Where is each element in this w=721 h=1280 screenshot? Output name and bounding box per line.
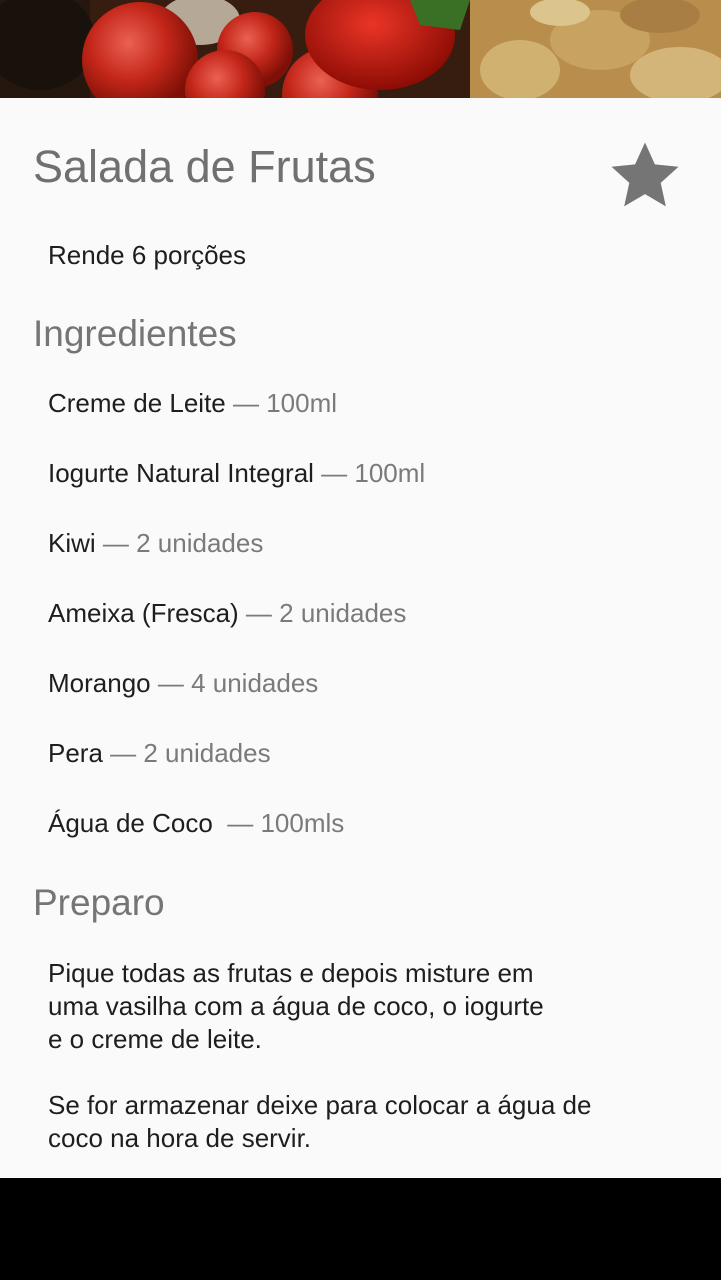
ingredient-separator: — — [95, 528, 137, 558]
ingredient-item: Ameixa (Fresca) — 2 unidades — [48, 598, 425, 668]
ingredient-separator: — — [313, 458, 355, 488]
ingredient-separator: — — [220, 808, 261, 838]
ingredient-quantity: 2 unidades — [143, 738, 271, 768]
ingredient-name: Água de Coco — [48, 808, 221, 838]
recipe-screen: Salada de Frutas Rende 6 porções Ingredi… — [0, 0, 721, 1178]
ingredient-quantity: 4 unidades — [191, 668, 319, 698]
ingredient-name: Morango — [48, 668, 151, 698]
ingredient-item: Pera — 2 unidades — [48, 738, 425, 808]
navigation-bar-area — [0, 1178, 721, 1280]
preparo-text: Pique todas as frutas e depois misture e… — [48, 957, 668, 1178]
ingredient-quantity: 2 unidades — [279, 598, 407, 628]
ingredient-list: Creme de Leite — 100ml Iogurte Natural I… — [48, 388, 425, 878]
ingredients-heading: Ingredientes — [33, 313, 237, 354]
recipe-title-row: Salada de Frutas — [33, 135, 693, 225]
ingredient-item: Kiwi — 2 unidades — [48, 528, 425, 598]
ingredient-quantity: 100ml — [354, 458, 426, 488]
favorite-button[interactable] — [604, 135, 686, 217]
ingredient-quantity: 100ml — [266, 388, 338, 418]
vegetables-photo — [0, 0, 721, 98]
ingredient-quantity: 100mls — [260, 808, 345, 838]
ingredient-separator: — — [225, 388, 267, 418]
ingredient-name: Ameixa (Fresca) — [48, 598, 239, 628]
ingredient-item: Água de Coco — 100mls — [48, 808, 425, 878]
ingredient-quantity: 2 unidades — [136, 528, 264, 558]
ingredient-separator: — — [102, 738, 144, 768]
recipe-header-image — [0, 0, 721, 98]
ingredient-separator: — — [238, 598, 280, 628]
ingredient-item: Iogurte Natural Integral — 100ml — [48, 458, 425, 528]
preparo-paragraph: Pique todas as frutas e depois misture e… — [48, 958, 544, 1054]
recipe-title: Salada de Frutas — [33, 141, 376, 192]
servings-text: Rende 6 porções — [48, 240, 247, 270]
ingredient-item: Creme de Leite — 100ml — [48, 388, 425, 458]
ingredient-name: Kiwi — [48, 528, 96, 558]
ingredient-name: Creme de Leite — [48, 388, 226, 418]
ingredient-item: Morango — 4 unidades — [48, 668, 425, 738]
preparo-paragraph: Se for armazenar deixe para colocar a ág… — [48, 1090, 592, 1153]
ingredient-name: Pera — [48, 738, 103, 768]
ingredient-separator: — — [150, 668, 192, 698]
preparo-heading: Preparo — [33, 882, 165, 923]
star-icon — [611, 142, 679, 207]
ingredient-name: Iogurte Natural Integral — [48, 458, 314, 488]
